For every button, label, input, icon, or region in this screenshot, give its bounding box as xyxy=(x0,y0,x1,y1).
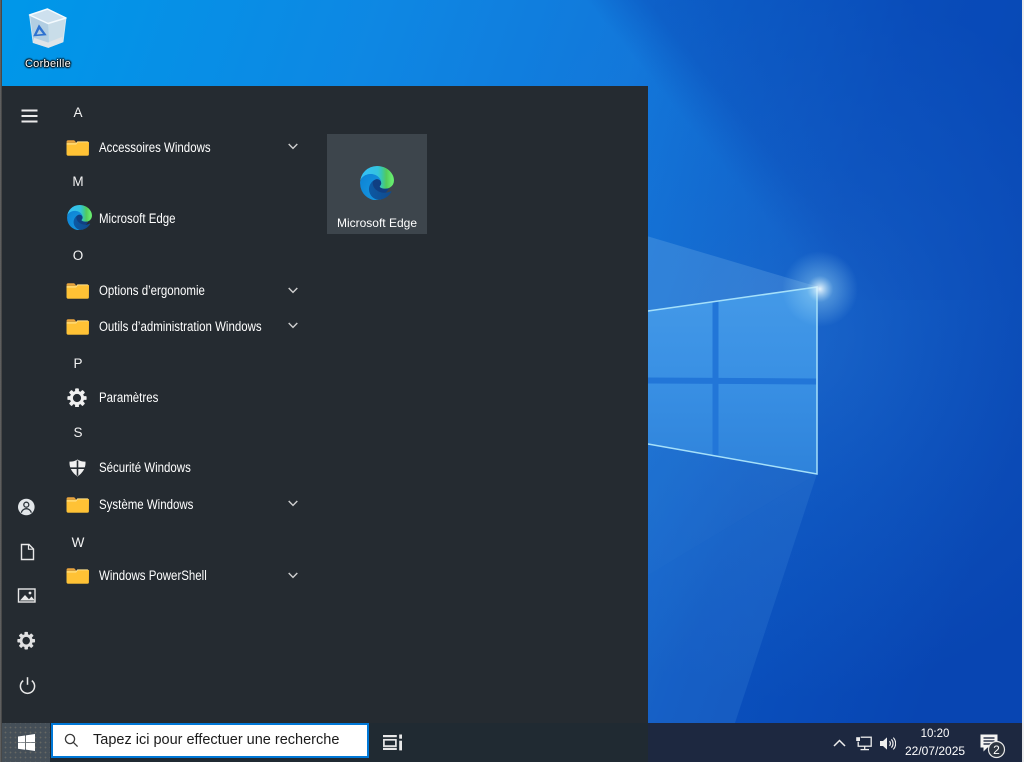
svg-text:2: 2 xyxy=(993,743,1000,757)
